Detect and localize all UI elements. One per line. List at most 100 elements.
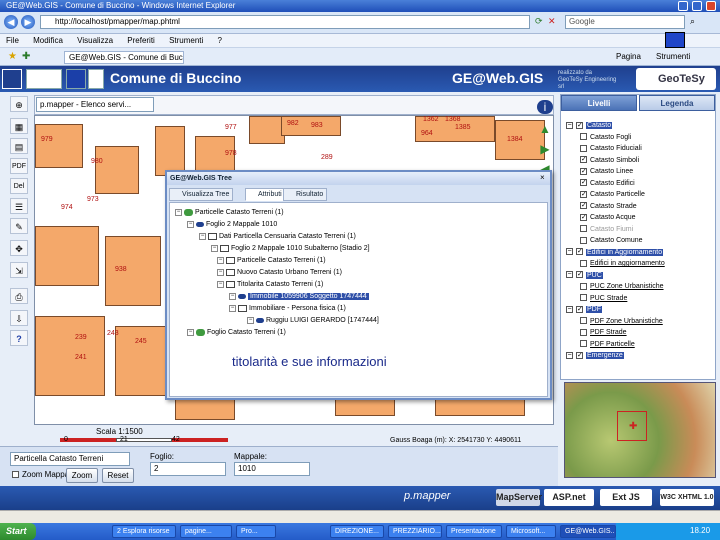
layer-checkbox[interactable]: ✓ bbox=[576, 351, 583, 359]
tree-expand-icon[interactable]: − bbox=[217, 280, 224, 288]
tree-expand-icon[interactable]: − bbox=[187, 220, 194, 228]
tree-node[interactable]: − Foglio 2 Mappale 1010 Subalterno [Stadi… bbox=[211, 244, 370, 254]
minimize-button[interactable] bbox=[678, 1, 688, 11]
add-favorites-icon[interactable]: ✚ bbox=[18, 51, 34, 64]
tree-expand-icon[interactable]: − bbox=[175, 208, 182, 216]
page-menu[interactable]: Pagina bbox=[612, 51, 645, 64]
zoom-in-icon[interactable]: ⊕ bbox=[10, 96, 28, 112]
search-icon[interactable]: ⌕ bbox=[690, 16, 695, 27]
print-icon[interactable]: ⎙ bbox=[10, 288, 28, 304]
tree-node[interactable]: − Immobiliare - Persona fisica (1) bbox=[229, 304, 346, 314]
layer-checkbox[interactable] bbox=[580, 340, 587, 348]
layer-item[interactable]: Edifici in aggiornamento bbox=[580, 258, 665, 269]
layer-item[interactable]: ✓ Catasto Edifici bbox=[580, 178, 635, 189]
menu-help[interactable]: ? bbox=[218, 36, 222, 45]
layer-checkbox[interactable]: ✓ bbox=[580, 213, 587, 221]
layer-checkbox[interactable] bbox=[580, 133, 587, 141]
search-input[interactable]: Google bbox=[565, 15, 685, 29]
layer-item[interactable]: ✓ Catasto Strade bbox=[580, 201, 637, 212]
map-service-select[interactable]: p.mapper - Elenco servi... bbox=[36, 97, 154, 112]
del-icon[interactable]: Del bbox=[10, 178, 28, 194]
back-icon[interactable]: ◀ bbox=[4, 15, 18, 29]
layer-checkbox[interactable] bbox=[580, 225, 587, 233]
layer-checkbox[interactable]: ✓ bbox=[576, 121, 583, 129]
tree-expand-icon[interactable]: − bbox=[199, 232, 206, 240]
download-icon[interactable]: ⇩ bbox=[10, 310, 28, 326]
measure-icon[interactable]: ✎ bbox=[10, 218, 28, 234]
tab-livelli[interactable]: Livelli bbox=[561, 95, 637, 111]
tree-node[interactable]: − Ruggiu LUIGI GERARDO [1747444] bbox=[247, 316, 379, 326]
layer-checkbox[interactable]: ✓ bbox=[580, 167, 587, 175]
layer-checkbox[interactable] bbox=[580, 317, 587, 325]
browser-tab[interactable]: GE@Web.GIS - Comune di Buccino bbox=[64, 51, 184, 64]
tree-expand-icon[interactable]: − bbox=[247, 316, 254, 324]
zoom-button[interactable]: Zoom bbox=[66, 468, 98, 483]
taskbar-item-active[interactable]: GE@Web.GIS... bbox=[560, 525, 616, 538]
layer-checkbox[interactable] bbox=[580, 144, 587, 152]
tab-legenda[interactable]: Legenda bbox=[639, 95, 715, 111]
layer-item[interactable]: ✓ Catasto Simboli bbox=[580, 155, 639, 166]
tree-node[interactable]: − Foglio Catasto Terreni (1) bbox=[187, 328, 286, 338]
info-icon[interactable]: i bbox=[537, 100, 553, 114]
layer-checkbox[interactable] bbox=[580, 236, 587, 244]
tree-node[interactable]: − Particelle Catasto Terreni (1) bbox=[217, 256, 326, 266]
layer-group[interactable]: − ✓ Emergenze bbox=[566, 350, 624, 361]
layer-checkbox[interactable]: ✓ bbox=[576, 305, 583, 313]
layer-checkbox[interactable]: ✓ bbox=[580, 202, 587, 210]
layer-group[interactable]: − ✓ Edifici in Aggiornamento bbox=[566, 247, 664, 258]
taskbar-item[interactable]: PREZZIARIO... bbox=[388, 525, 442, 538]
tools-menu[interactable]: Strumenti bbox=[652, 51, 694, 64]
tab-attributi[interactable]: Attributi bbox=[245, 188, 286, 201]
layer-checkbox[interactable]: ✓ bbox=[580, 179, 587, 187]
tab-risultato[interactable]: Risultato bbox=[283, 188, 328, 201]
layer-item[interactable]: PUC Zone Urbanistiche bbox=[580, 281, 664, 292]
menu-visualizza[interactable]: Visualizza bbox=[77, 36, 113, 45]
layer-item[interactable]: ✓ Catasto Acque bbox=[580, 212, 636, 223]
tab-visualizza-tree[interactable]: Visualizza Tree bbox=[169, 188, 234, 201]
expand-icon[interactable]: − bbox=[566, 351, 573, 359]
tree-expand-icon[interactable]: − bbox=[217, 256, 224, 264]
grid-icon[interactable]: ▦ bbox=[10, 118, 28, 134]
layer-group[interactable]: − ✓ Catasto bbox=[566, 120, 613, 131]
tree-expand-icon[interactable]: − bbox=[229, 292, 236, 300]
taskbar-item[interactable]: Microsoft... bbox=[506, 525, 556, 538]
layer-item[interactable]: ✓ Catasto Linee bbox=[580, 166, 633, 177]
layer-item[interactable]: Catasto Fiduciali bbox=[580, 143, 642, 154]
menu-file[interactable]: File bbox=[6, 36, 19, 45]
menu-logo-icon[interactable] bbox=[2, 69, 22, 89]
pan-right-icon[interactable]: ▶ bbox=[537, 142, 553, 156]
layer-checkbox[interactable]: ✓ bbox=[576, 248, 583, 256]
media-icon[interactable] bbox=[665, 32, 685, 48]
table-icon[interactable]: ▤ bbox=[10, 138, 28, 154]
expand-icon[interactable]: − bbox=[566, 271, 573, 279]
layer-item[interactable]: PDF Zone Urbanistiche bbox=[580, 316, 663, 327]
layer-item[interactable]: ✓ Catasto Particelle bbox=[580, 189, 645, 200]
start-button[interactable]: Start bbox=[0, 523, 36, 540]
identify-icon[interactable]: ✥ bbox=[10, 240, 28, 256]
layers-icon[interactable]: ☰ bbox=[10, 198, 28, 214]
layer-checkbox[interactable]: ✓ bbox=[580, 156, 587, 164]
overview-map[interactable]: ✚ bbox=[564, 382, 716, 478]
select-icon[interactable]: ⇲ bbox=[10, 262, 28, 278]
layer-checkbox[interactable] bbox=[580, 259, 587, 267]
close-button[interactable] bbox=[706, 1, 716, 11]
layer-item[interactable]: Catasto Fiumi bbox=[580, 224, 633, 235]
tree-node[interactable]: − Foglio 2 Mappale 1010 bbox=[187, 220, 277, 230]
layer-select[interactable]: Particella Catasto Terreni bbox=[10, 452, 130, 466]
expand-icon[interactable]: − bbox=[566, 121, 573, 129]
foglio-input[interactable]: 2 bbox=[150, 462, 226, 476]
forward-icon[interactable]: ▶ bbox=[21, 15, 35, 29]
layer-checkbox[interactable] bbox=[580, 294, 587, 302]
address-bar[interactable]: http://localhost/pmapper/map.phtml bbox=[40, 15, 530, 29]
taskbar-item[interactable]: 2 Esplora risorse bbox=[112, 525, 176, 538]
tree-node[interactable]: − Dati Particella Censuaria Catasto Terre… bbox=[199, 232, 356, 242]
expand-icon[interactable]: − bbox=[566, 248, 573, 256]
layer-checkbox[interactable]: ✓ bbox=[576, 271, 583, 279]
tree-expand-icon[interactable]: − bbox=[229, 304, 236, 312]
tree-expand-icon[interactable]: − bbox=[187, 328, 194, 336]
taskbar-item[interactable]: DIREZIONE... bbox=[330, 525, 384, 538]
layer-item[interactable]: PDF Strade bbox=[580, 327, 627, 338]
layer-group[interactable]: − ✓ PUC bbox=[566, 270, 603, 281]
tree-expand-icon[interactable]: − bbox=[211, 244, 218, 252]
taskbar-item[interactable]: Pro... bbox=[236, 525, 276, 538]
